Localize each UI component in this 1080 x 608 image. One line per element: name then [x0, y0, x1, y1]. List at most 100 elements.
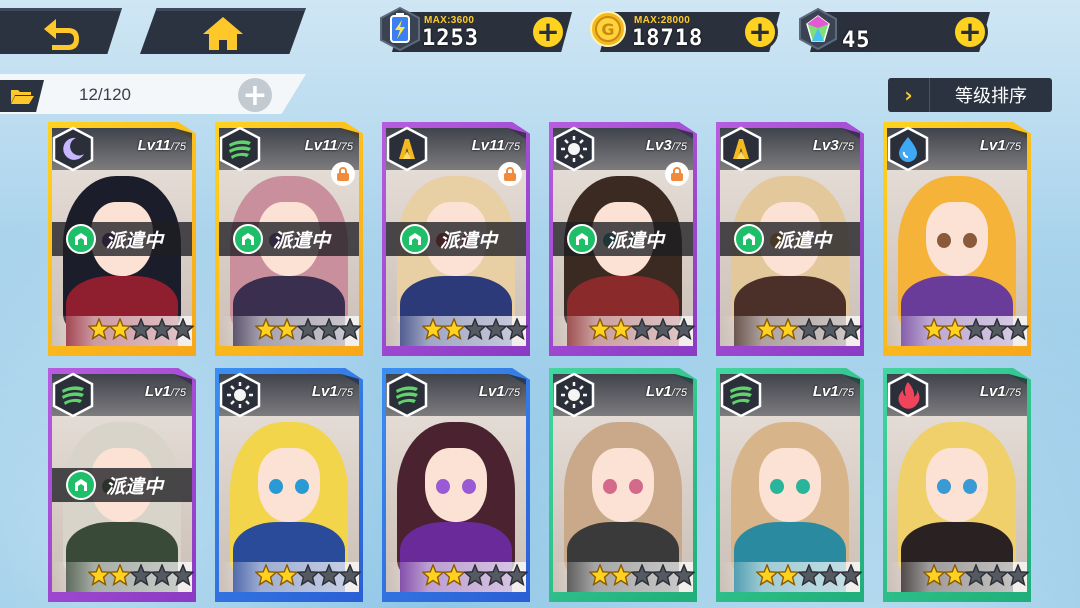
star-rating	[255, 318, 361, 344]
star-empty-icon	[673, 318, 695, 340]
character-card[interactable]: Lv1/75	[716, 368, 864, 602]
dispatch-icon	[66, 470, 96, 500]
character-card[interactable]: Lv1/75	[215, 368, 363, 602]
star-rating	[422, 318, 528, 344]
star-filled-icon	[88, 564, 110, 586]
earth-icon	[386, 126, 428, 172]
star-filled-icon	[756, 564, 778, 586]
level-cap: /75	[170, 141, 186, 153]
star-filled-icon	[777, 318, 799, 340]
fire-icon	[887, 372, 929, 418]
chevron-right-icon: ›	[888, 78, 930, 112]
dispatch-icon	[400, 224, 430, 254]
character-card[interactable]: Lv1/75 派遣中	[48, 368, 196, 602]
character-card[interactable]: Lv3/75 派遣中	[716, 122, 864, 356]
star-rating	[589, 564, 695, 590]
star-empty-icon	[172, 564, 194, 586]
star-empty-icon	[485, 318, 507, 340]
star-empty-icon	[652, 564, 674, 586]
lock-icon	[504, 167, 516, 181]
star-filled-icon	[443, 564, 465, 586]
character-card[interactable]: Lv3/75 派遣中	[549, 122, 697, 356]
star-empty-icon	[130, 564, 152, 586]
star-empty-icon	[631, 564, 653, 586]
lock-badge	[498, 162, 522, 186]
star-filled-icon	[422, 318, 444, 340]
level-cap: /75	[671, 387, 687, 399]
level-cap: /75	[504, 387, 520, 399]
plus-icon: +	[536, 15, 560, 48]
character-grid: Lv11/75 派遣中 Lv11/75 派遣中 Lv11/75 派遣中 Lv3/…	[48, 122, 1038, 602]
battery-energy-icon	[380, 6, 420, 52]
lock-badge	[665, 162, 689, 186]
expand-inventory-button[interactable]: +	[238, 78, 272, 113]
dispatch-banner: 派遣中	[720, 222, 860, 256]
home-button[interactable]	[140, 8, 306, 54]
star-filled-icon	[944, 318, 966, 340]
back-arrow-icon	[44, 18, 79, 50]
level-value: Lv1	[144, 383, 171, 400]
star-empty-icon	[819, 564, 841, 586]
level-label: Lv1/75	[145, 383, 186, 400]
star-filled-icon	[589, 564, 611, 586]
level-cap: /75	[504, 141, 520, 153]
add-stamina-button[interactable]: +	[530, 14, 566, 50]
level-value: Lv1	[979, 383, 1006, 400]
star-empty-icon	[506, 564, 528, 586]
character-card[interactable]: Lv11/75 派遣中	[382, 122, 530, 356]
level-label: Lv11/75	[305, 137, 353, 154]
star-filled-icon	[422, 564, 444, 586]
star-filled-icon	[944, 564, 966, 586]
star-empty-icon	[798, 318, 820, 340]
dispatch-icon	[233, 224, 263, 254]
home-icon	[203, 16, 243, 50]
character-card[interactable]: Lv1/75	[549, 368, 697, 602]
level-cap: /75	[671, 141, 687, 153]
sort-by-level-button[interactable]: › 等级排序	[888, 78, 1052, 112]
gold-max: MAX:28000	[634, 15, 691, 26]
level-value: Lv3	[812, 137, 839, 154]
character-card[interactable]: Lv11/75 派遣中	[215, 122, 363, 356]
level-label: Lv3/75	[813, 137, 854, 154]
level-label: Lv11/75	[138, 137, 186, 154]
star-filled-icon	[443, 318, 465, 340]
wind-icon	[720, 372, 762, 418]
star-rating	[422, 564, 528, 590]
wind-icon	[219, 126, 261, 172]
character-card[interactable]: Lv1/75	[883, 368, 1031, 602]
character-card[interactable]: Lv1/75	[883, 122, 1031, 356]
star-empty-icon	[1007, 564, 1029, 586]
star-rating	[923, 318, 1029, 344]
star-rating	[756, 564, 862, 590]
star-rating	[756, 318, 862, 344]
star-empty-icon	[339, 318, 361, 340]
star-rating	[88, 564, 194, 590]
star-rating	[255, 564, 361, 590]
star-empty-icon	[318, 564, 340, 586]
add-gem-button[interactable]: +	[952, 14, 988, 50]
level-label: Lv11/75	[472, 137, 520, 154]
sun-icon	[219, 372, 261, 418]
level-label: Lv1/75	[646, 383, 687, 400]
star-empty-icon	[840, 318, 862, 340]
star-empty-icon	[339, 564, 361, 586]
gem-value: 45	[842, 28, 871, 53]
lock-icon	[671, 167, 683, 181]
dispatch-banner: 派遣中	[553, 222, 693, 256]
star-empty-icon	[840, 564, 862, 586]
character-card[interactable]: Lv1/75	[382, 368, 530, 602]
star-filled-icon	[276, 564, 298, 586]
star-empty-icon	[485, 564, 507, 586]
dispatch-label: 派遣中	[106, 229, 164, 252]
lock-icon	[337, 167, 349, 181]
back-button[interactable]	[0, 8, 122, 54]
level-label: Lv1/75	[813, 383, 854, 400]
level-value: Lv1	[812, 383, 839, 400]
add-gold-button[interactable]: +	[742, 14, 778, 50]
star-filled-icon	[255, 564, 277, 586]
star-filled-icon	[109, 318, 131, 340]
level-value: Lv3	[645, 137, 672, 154]
level-value: Lv1	[478, 383, 505, 400]
level-label: Lv1/75	[980, 137, 1021, 154]
character-card[interactable]: Lv11/75 派遣中	[48, 122, 196, 356]
